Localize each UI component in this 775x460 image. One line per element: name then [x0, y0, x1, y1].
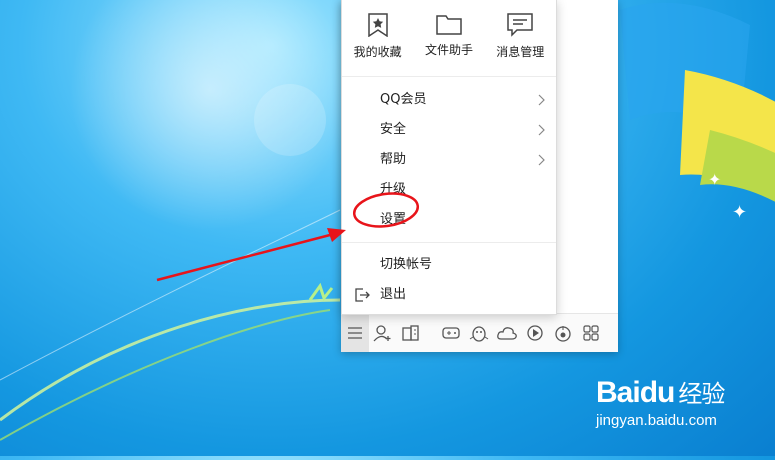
watermark-paw-text: du [639, 376, 676, 409]
menu-item-qq-vip[interactable]: QQ会员 [342, 85, 556, 115]
file-assistant-button[interactable]: 文件助手 [414, 0, 484, 76]
menu-item-security[interactable]: 安全 [342, 115, 556, 145]
menu-icon[interactable] [341, 314, 369, 352]
chevron-right-icon [538, 154, 545, 166]
add-contact-icon[interactable] [369, 314, 397, 352]
svg-text:✦: ✦ [732, 202, 747, 223]
apps-grid-icon[interactable] [577, 314, 605, 352]
watermark-logo-text: Bai [596, 376, 641, 409]
menu-item-upgrade[interactable]: 升级 [342, 175, 556, 205]
bottom-toolbar [341, 313, 618, 352]
app-manager-icon[interactable] [397, 314, 425, 352]
quick-action-label: 我的收藏 [353, 45, 402, 59]
cloud-icon[interactable] [493, 314, 521, 352]
watermark-url: jingyan.baidu.com [596, 412, 717, 429]
watermark-logo: Baidu 经验 [596, 374, 725, 410]
menu-item-label: 安全 [380, 122, 407, 137]
logout-icon [355, 288, 370, 302]
video-play-icon[interactable] [521, 314, 549, 352]
message-manager-button[interactable]: 消息管理 [485, 0, 555, 76]
music-icon[interactable] [549, 314, 577, 352]
menu-item-label: 切换帐号 [380, 257, 433, 272]
menu-item-switch-account[interactable]: 切换帐号 [342, 250, 556, 280]
menu-item-label: 设置 [380, 212, 407, 227]
menu-divider [342, 242, 556, 243]
penguin-icon[interactable] [465, 314, 493, 352]
chevron-right-icon [538, 94, 545, 106]
main-menu: 我的收藏 文件助手 消息管理 QQ会员 安全 帮助 升级 设置 切换帐号 退出 [341, 0, 557, 315]
menu-item-label: 帮助 [380, 152, 407, 167]
menu-item-logout[interactable]: 退出 [342, 280, 556, 310]
baidu-jingyan-watermark: Baidu 经验 jingyan.baidu.com [596, 374, 725, 429]
folder-icon [436, 15, 462, 35]
game-icon[interactable] [437, 314, 465, 352]
quick-action-label: 文件助手 [424, 43, 473, 57]
chat-icon [507, 13, 534, 37]
quick-action-label: 消息管理 [496, 45, 545, 59]
menu-item-settings[interactable]: 设置 [342, 205, 556, 235]
chevron-right-icon [538, 124, 545, 136]
watermark-jingyan-text: 经验 [678, 381, 725, 408]
svg-text:✦: ✦ [708, 170, 721, 189]
quick-actions-row: 我的收藏 文件助手 消息管理 [342, 0, 556, 77]
menu-item-help[interactable]: 帮助 [342, 145, 556, 175]
menu-item-label: 升级 [380, 182, 407, 197]
star-bookmark-icon [367, 13, 388, 37]
my-favorites-button[interactable]: 我的收藏 [343, 0, 413, 76]
menu-item-label: QQ会员 [380, 92, 427, 107]
menu-item-label: 退出 [380, 287, 407, 302]
